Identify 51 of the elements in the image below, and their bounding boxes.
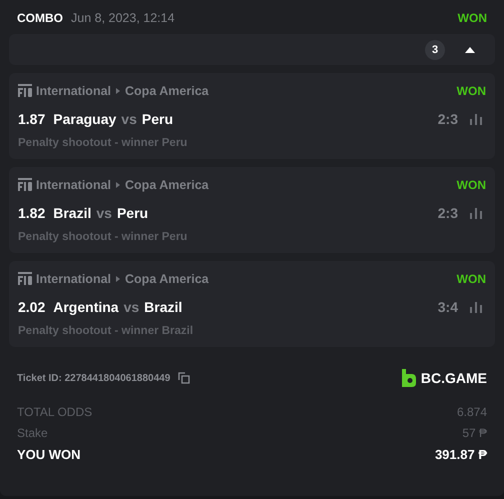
market-label: Penalty shootout - winner Brazil	[18, 325, 194, 337]
versus-label: vs	[96, 205, 112, 221]
league-label: Copa America	[125, 272, 209, 286]
bet-type: COMBO	[17, 11, 63, 25]
bet-date: Jun 8, 2023, 12:14	[71, 11, 175, 25]
caret-icon[interactable]	[465, 46, 475, 52]
stats-icon[interactable]	[470, 302, 482, 312]
copy-icon[interactable]	[178, 372, 190, 384]
away-team: Brazil	[144, 299, 182, 315]
ticket-id: Ticket ID: 2278441804061880449	[17, 372, 170, 384]
selection-count: 3	[425, 40, 445, 60]
brand-logo-icon	[402, 369, 416, 387]
tournament-logo-icon	[18, 84, 32, 98]
total-value: 6.874	[456, 405, 487, 419]
tournament-logo-icon	[18, 178, 32, 192]
home-team: Argentina	[53, 299, 119, 315]
match-score: 3:4	[438, 299, 458, 315]
league-label: Copa America	[125, 84, 209, 98]
away-team: Peru	[142, 111, 173, 127]
versus-label: vs	[124, 299, 140, 315]
category-label: International	[36, 272, 112, 286]
league-label: Copa America	[125, 178, 209, 192]
match-score: 2:3	[438, 205, 458, 221]
chevron-icon	[116, 88, 120, 94]
chevron-icon	[116, 182, 120, 188]
total-label: TOTAL ODDS	[17, 405, 92, 419]
total-label: YOU WON	[17, 447, 81, 462]
bet-status: WON	[458, 11, 487, 25]
match-score: 2:3	[438, 111, 458, 127]
stats-icon[interactable]	[470, 208, 482, 218]
total-label: Stake	[17, 426, 48, 440]
stats-icon[interactable]	[470, 114, 482, 124]
odds-value: 2.02	[18, 299, 46, 315]
category-label: International	[36, 178, 112, 192]
away-team: Peru	[116, 205, 148, 221]
odds-value: 1.82	[18, 205, 46, 221]
home-team: Paraguay	[53, 111, 116, 127]
category-label: International	[36, 84, 112, 98]
versus-label: vs	[121, 111, 137, 127]
bet-status: WON	[456, 272, 486, 286]
market-label: Penalty shootout - winner Peru	[18, 231, 188, 243]
brand-name: BC.GAME	[420, 370, 487, 386]
tournament-logo-icon	[18, 272, 32, 286]
chevron-icon	[116, 276, 120, 282]
bet-status: WON	[456, 178, 486, 192]
total-value: 57 ₱	[462, 426, 487, 440]
total-value: 391.87 ₱	[434, 447, 487, 462]
market-label: Penalty shootout - winner Peru	[18, 137, 188, 149]
bet-status: WON	[456, 84, 486, 98]
home-team: Brazil	[53, 205, 92, 221]
odds-value: 1.87	[18, 111, 46, 127]
